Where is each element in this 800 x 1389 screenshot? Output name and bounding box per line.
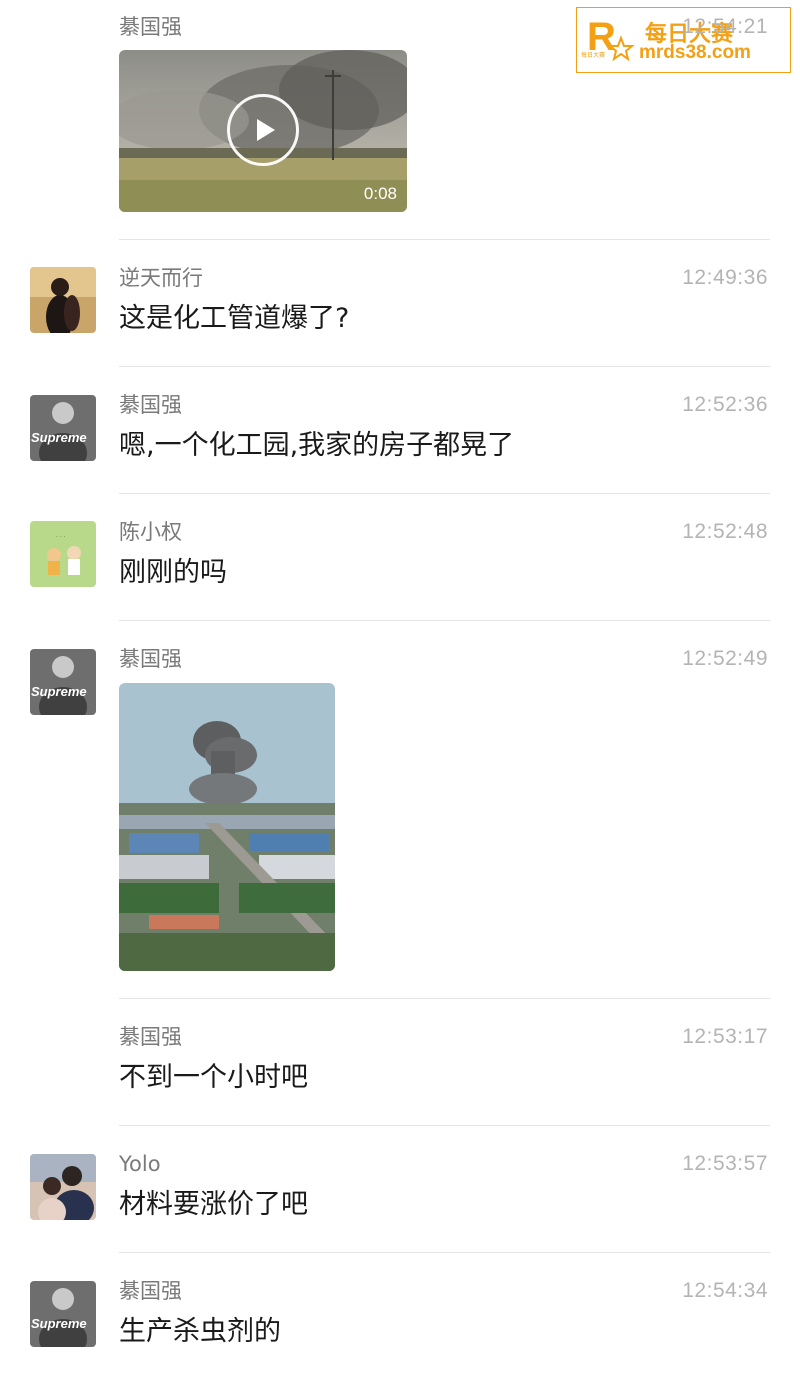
svg-text:Supreme: Supreme — [31, 1316, 87, 1331]
avatar[interactable]: Supreme — [30, 395, 96, 461]
avatar[interactable]: Supreme — [30, 1281, 96, 1347]
divider — [119, 998, 770, 999]
message-time: 12:52:49 — [682, 647, 768, 670]
sender-name: 綦国强 — [119, 1279, 182, 1303]
avatar[interactable]: · · · — [30, 521, 96, 587]
divider — [119, 239, 770, 240]
divider — [119, 493, 770, 494]
divider — [119, 1252, 770, 1253]
message-text: 刚刚的吗 — [119, 557, 227, 588]
sender-name: 綦国强 — [119, 15, 182, 39]
play-button-icon[interactable] — [227, 94, 299, 166]
message-time: 12:53:17 — [682, 1025, 768, 1048]
divider — [119, 620, 770, 621]
sender-name: 綦国强 — [119, 393, 182, 417]
sender-name: 綦国强 — [119, 1025, 182, 1049]
message-time: 12:54:34 — [682, 1279, 768, 1302]
video-thumbnail[interactable]: 0:08 — [119, 50, 407, 212]
message-time: 12:49:36 — [682, 266, 768, 289]
sender-name: 綦国强 — [119, 647, 182, 671]
message-text: 这是化工管道爆了? — [119, 303, 350, 334]
svg-text:Supreme: Supreme — [31, 430, 87, 445]
sender-name: Yolo — [119, 1152, 161, 1176]
svg-text:· · ·: · · · — [56, 534, 66, 541]
message-text: 材料要涨价了吧 — [119, 1189, 308, 1220]
watermark-small-text: 每日大赛 — [581, 52, 606, 59]
avatar[interactable]: Supreme — [30, 649, 96, 715]
divider — [119, 1125, 770, 1126]
message-text: 不到一个小时吧 — [119, 1062, 308, 1093]
video-duration: 0:08 — [363, 184, 397, 203]
message-text: 生产杀虫剂的 — [119, 1316, 281, 1347]
watermark-url: mrds38.com — [639, 42, 751, 63]
sender-name: 逆天而行 — [119, 266, 203, 290]
message-time: 12:53:57 — [682, 1152, 768, 1175]
sender-name: 陈小权 — [119, 520, 182, 544]
message-time: 12:52:48 — [682, 520, 768, 543]
message-text: 嗯,一个化工园,我家的房子都晃了 — [119, 430, 515, 461]
image-thumbnail[interactable] — [119, 683, 335, 971]
message-time: 12:54:21 — [682, 15, 768, 38]
divider — [119, 366, 770, 367]
message-time: 12:52:36 — [682, 393, 768, 416]
svg-text:Supreme: Supreme — [31, 684, 87, 699]
avatar[interactable] — [30, 1154, 96, 1220]
avatar[interactable] — [30, 267, 96, 333]
photo-image — [119, 683, 335, 971]
